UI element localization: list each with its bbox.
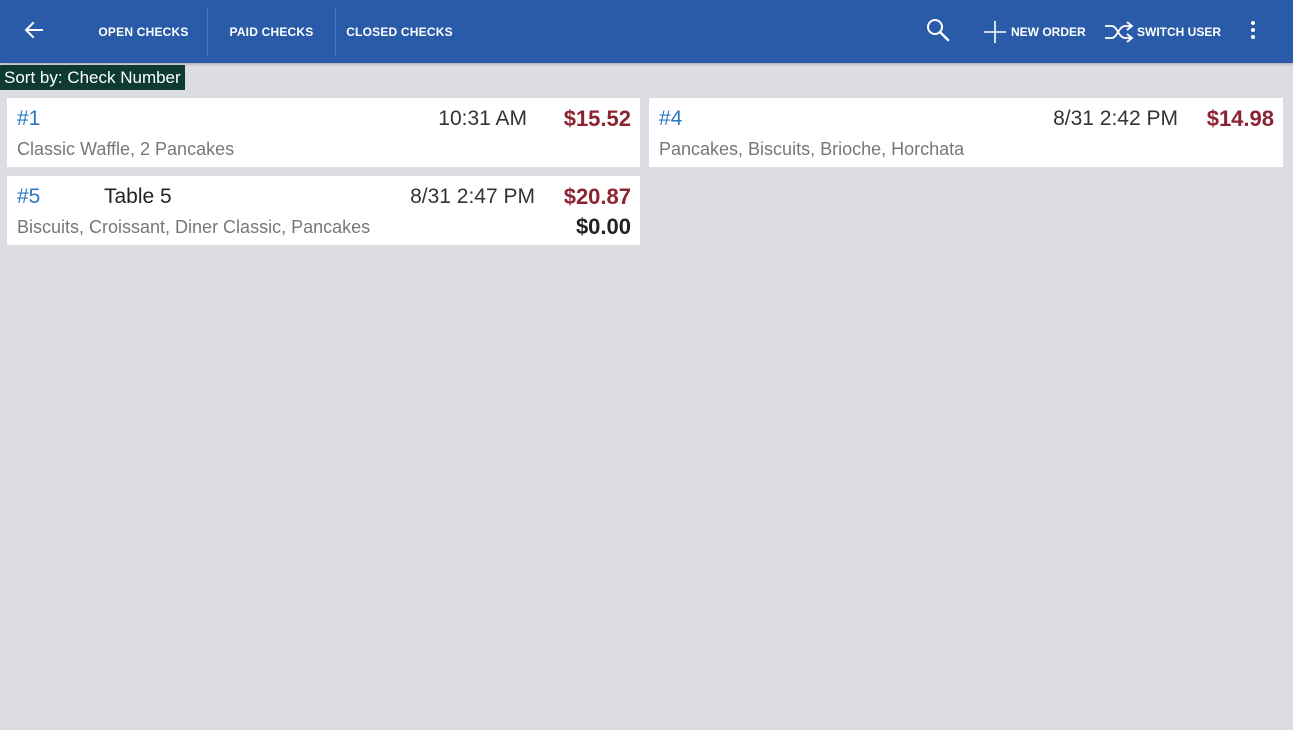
top-app-bar: OPEN CHECKS PAID CHECKS CLOSED CHECKS NE… bbox=[0, 0, 1293, 63]
check-card[interactable]: #5 Table 5 8/31 2:47 PM $20.87 Biscuits,… bbox=[7, 176, 640, 245]
check-card[interactable]: #4 8/31 2:42 PM $14.98 Pancakes, Biscuit… bbox=[649, 98, 1283, 167]
check-items: Classic Waffle, 2 Pancakes bbox=[17, 139, 235, 159]
check-items: Pancakes, Biscuits, Brioche, Horchata bbox=[659, 139, 965, 159]
tab-closed-checks[interactable]: CLOSED CHECKS bbox=[336, 0, 463, 63]
plus-icon bbox=[982, 19, 1008, 45]
table-name: Table 5 bbox=[104, 185, 172, 208]
check-card[interactable]: #1 10:31 AM $15.52 Classic Waffle, 2 Pan… bbox=[7, 98, 640, 167]
arrow-left-icon bbox=[24, 20, 44, 45]
check-total: $15.52 bbox=[563, 106, 631, 131]
check-number: #1 bbox=[17, 107, 41, 130]
shuffle-icon bbox=[1104, 20, 1134, 43]
sort-selector[interactable]: Sort by: Check Number bbox=[0, 65, 185, 90]
tab-open-checks[interactable]: OPEN CHECKS bbox=[80, 0, 207, 63]
search-button[interactable] bbox=[922, 16, 954, 48]
check-balance-due: $0.00 bbox=[575, 214, 631, 239]
check-time: 8/31 2:42 PM bbox=[1053, 107, 1178, 130]
check-total: $14.98 bbox=[1206, 106, 1274, 131]
switch-user-label: SWITCH USER bbox=[1137, 24, 1221, 39]
tab-label: PAID CHECKS bbox=[229, 24, 314, 39]
check-time: 8/31 2:47 PM bbox=[410, 185, 535, 208]
check-total: $20.87 bbox=[563, 184, 631, 209]
back-button[interactable] bbox=[14, 12, 54, 52]
search-icon bbox=[925, 17, 951, 48]
check-number: #4 bbox=[659, 107, 683, 130]
tab-paid-checks[interactable]: PAID CHECKS bbox=[208, 0, 335, 63]
check-number: #5 bbox=[17, 185, 41, 208]
new-order-label: NEW ORDER bbox=[1011, 24, 1086, 39]
more-vertical-icon bbox=[1250, 20, 1256, 45]
tab-label: CLOSED CHECKS bbox=[346, 24, 453, 39]
check-items: Biscuits, Croissant, Diner Classic, Panc… bbox=[17, 217, 371, 237]
new-order-button[interactable]: NEW ORDER bbox=[982, 0, 1086, 63]
more-options-button[interactable] bbox=[1240, 16, 1266, 48]
switch-user-button[interactable]: SWITCH USER bbox=[1104, 0, 1221, 63]
tab-label: OPEN CHECKS bbox=[98, 24, 189, 39]
check-time: 10:31 AM bbox=[438, 107, 527, 130]
